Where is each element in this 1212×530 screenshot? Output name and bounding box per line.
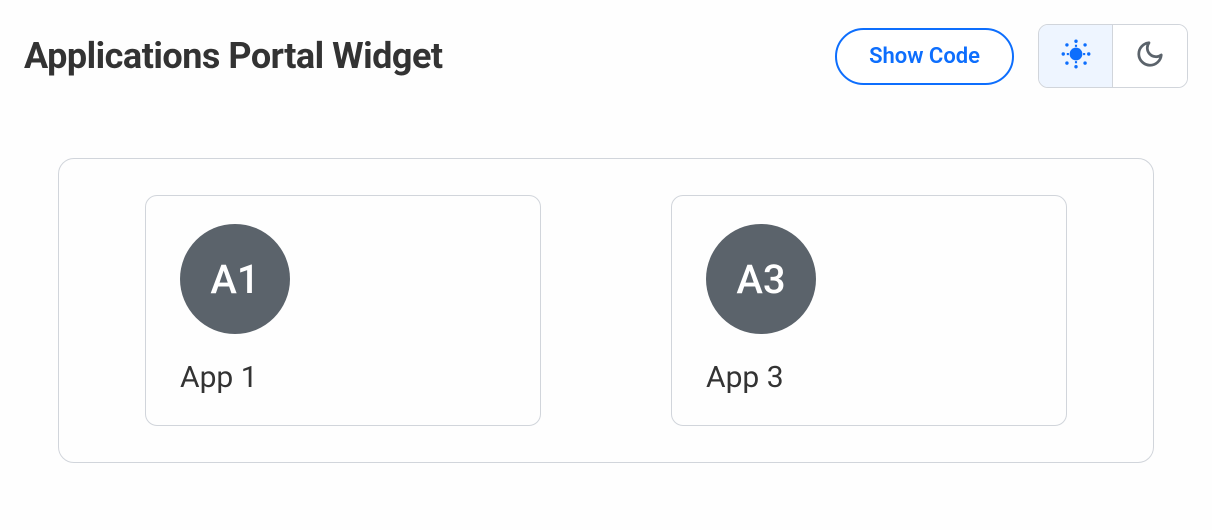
- theme-light-button[interactable]: [1039, 25, 1113, 87]
- apps-panel: A1 App 1 A3 App 3: [58, 158, 1154, 463]
- app-label: App 3: [706, 360, 1032, 395]
- theme-toggle: [1038, 24, 1188, 88]
- header-actions: Show Code: [835, 24, 1188, 88]
- theme-dark-button[interactable]: [1113, 25, 1187, 87]
- app-avatar: A3: [706, 224, 816, 334]
- app-card[interactable]: A3 App 3: [671, 195, 1067, 426]
- header: Applications Portal Widget Show Code: [24, 24, 1188, 88]
- sun-icon: [1059, 37, 1093, 75]
- show-code-button[interactable]: Show Code: [835, 28, 1014, 85]
- page-title: Applications Portal Widget: [24, 35, 443, 77]
- app-avatar: A1: [180, 224, 290, 334]
- app-label: App 1: [180, 360, 506, 395]
- app-card[interactable]: A1 App 1: [145, 195, 541, 426]
- moon-icon: [1135, 39, 1165, 73]
- apps-grid: A1 App 1 A3 App 3: [145, 195, 1067, 426]
